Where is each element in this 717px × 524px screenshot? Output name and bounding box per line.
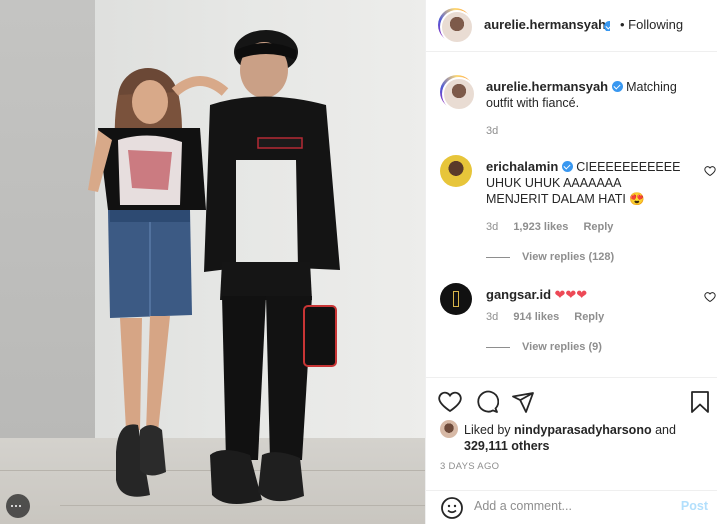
liked-by-and: and — [655, 423, 676, 437]
liker-avatar[interactable] — [440, 420, 458, 438]
add-comment-bar: Post — [426, 490, 717, 524]
caption-meta: 3d — [486, 125, 510, 137]
comment-age: 3d — [486, 311, 499, 323]
caption-username[interactable]: aurelie.hermansyah — [486, 79, 608, 94]
comment-body: erichalamin CIEEEEEEEEEEE UHUK UHUK AAAA… — [486, 159, 686, 207]
author-avatar[interactable] — [438, 8, 474, 44]
comment-icon[interactable] — [475, 390, 499, 414]
share-icon[interactable] — [511, 390, 535, 414]
comment-likes[interactable]: 1,923 likes — [513, 221, 568, 233]
following-status[interactable]: • Following — [620, 17, 683, 32]
heart-icon[interactable] — [438, 390, 462, 414]
commenter-avatar[interactable] — [440, 155, 472, 187]
comment-age: 3d — [486, 221, 499, 233]
view-replies-button[interactable]: View replies (9) — [486, 341, 602, 353]
comment-text: ❤❤❤ — [554, 287, 588, 302]
post-photo[interactable] — [0, 0, 425, 524]
more-icon[interactable] — [6, 494, 30, 518]
commenter-avatar[interactable] — [440, 283, 472, 315]
comment-meta: 3d 914 likes Reply — [486, 311, 616, 323]
caption-age: 3d — [486, 125, 499, 137]
emoji-icon[interactable] — [440, 496, 464, 520]
liked-by-others[interactable]: 329,111 others — [464, 438, 676, 454]
small-heart-icon[interactable] — [704, 165, 716, 177]
comment-likes[interactable]: 914 likes — [513, 311, 559, 323]
bookmark-icon[interactable] — [688, 390, 712, 414]
post-actions: Liked by nindyparasadyharsono and 329,11… — [426, 377, 717, 524]
reply-button[interactable]: Reply — [574, 311, 604, 323]
comment-username[interactable]: erichalamin — [486, 159, 558, 174]
photo-people-illustration — [88, 30, 340, 504]
caption-avatar[interactable] — [440, 75, 476, 111]
liked-by: Liked by nindyparasadyharsono and 329,11… — [440, 420, 676, 454]
small-heart-icon[interactable] — [704, 291, 716, 303]
post-header: aurelie.hermansyah • Following — [426, 0, 717, 52]
comment-username[interactable]: gangsar.id — [486, 287, 551, 302]
liked-by-user[interactable]: nindyparasadyharsono — [514, 423, 652, 437]
verified-badge-icon — [604, 20, 610, 31]
reply-button[interactable]: Reply — [583, 221, 613, 233]
view-replies-button[interactable]: View replies (128) — [486, 251, 614, 263]
post-side-panel: aurelie.hermansyah • Following aurelie.h… — [425, 0, 717, 524]
gangsar-logo-icon — [453, 291, 459, 307]
caption-body: aurelie.hermansyah Matching outfit with … — [486, 79, 686, 111]
verified-badge-icon — [561, 161, 573, 172]
liked-by-prefix: Liked by — [464, 423, 511, 437]
comment-body: gangsar.id ❤❤❤ — [486, 287, 686, 303]
comment-input[interactable] — [474, 499, 654, 513]
author-username[interactable]: aurelie.hermansyah — [484, 17, 606, 32]
comments-list[interactable]: aurelie.hermansyah Matching outfit with … — [426, 53, 717, 375]
post-time-ago[interactable]: 3 DAYS AGO — [440, 461, 499, 472]
post-button[interactable]: Post — [681, 499, 708, 513]
verified-badge-icon — [611, 81, 623, 92]
comment-meta: 3d 1,923 likes Reply — [486, 221, 625, 233]
